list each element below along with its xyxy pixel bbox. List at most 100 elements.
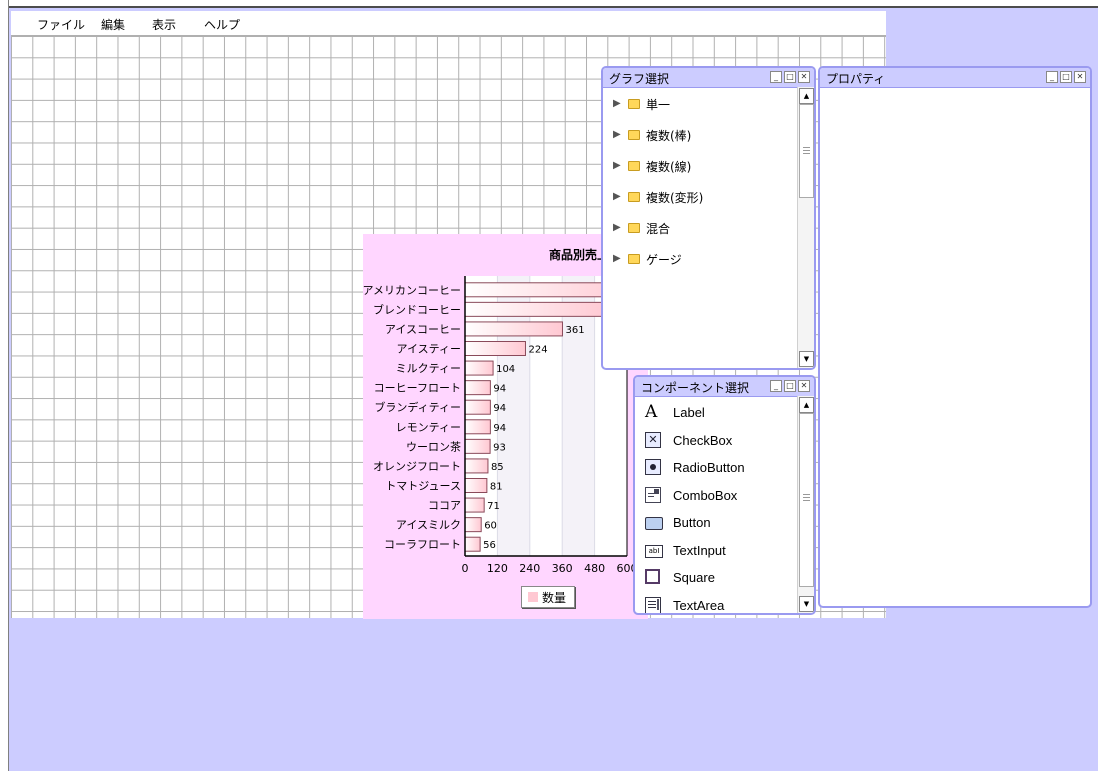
restore-icon[interactable]: □ bbox=[1060, 71, 1072, 83]
minimize-icon[interactable]: _ bbox=[770, 380, 782, 392]
textinput-icon: abI bbox=[645, 542, 663, 558]
folder-icon bbox=[628, 99, 640, 109]
bar bbox=[464, 419, 491, 435]
x-tick-label: 480 bbox=[584, 562, 605, 575]
square-icon bbox=[645, 569, 661, 585]
close-icon[interactable]: ✕ bbox=[798, 71, 810, 83]
folder-icon bbox=[628, 223, 640, 233]
expand-arrow-icon[interactable]: ▶ bbox=[613, 191, 621, 202]
x-tick-label: 0 bbox=[462, 562, 469, 575]
minimize-icon[interactable]: _ bbox=[1046, 71, 1058, 83]
data-label: 85 bbox=[491, 462, 504, 473]
bar bbox=[464, 321, 563, 337]
bar bbox=[464, 536, 481, 552]
y-tick-label: ココア bbox=[428, 499, 461, 512]
chart-legend: 数量 bbox=[521, 586, 575, 608]
y-tick-label: アイスコーヒー bbox=[385, 323, 461, 336]
bar bbox=[464, 438, 491, 454]
radiobutton-icon bbox=[645, 459, 661, 475]
label-icon: A bbox=[645, 402, 658, 422]
scroll-up-icon[interactable]: ▲ bbox=[799, 88, 814, 104]
panel-title: グラフ選択 bbox=[609, 72, 670, 86]
panel-header[interactable]: プロパティ _ □ ✕ bbox=[820, 68, 1090, 88]
data-label: 81 bbox=[490, 482, 503, 493]
graph-tree-label: 複数(棒) bbox=[646, 129, 692, 143]
component-label: Square bbox=[673, 570, 715, 585]
y-tick-label: オレンジフロート bbox=[373, 460, 461, 473]
restore-icon[interactable]: □ bbox=[784, 380, 796, 392]
bar bbox=[464, 380, 491, 396]
bar bbox=[464, 517, 482, 533]
close-icon[interactable]: ✕ bbox=[1074, 71, 1086, 83]
graph-selection-panel: グラフ選択 _ □ ✕ ▶ 単一 ▶ 複数(棒) ▶ 複数(線) ▶ 複数(変形) ▶ 混合 ▶ ゲー… bbox=[601, 66, 816, 370]
menu-help[interactable]: ヘルプ bbox=[204, 16, 240, 33]
close-icon[interactable]: ✕ bbox=[798, 380, 810, 392]
expand-arrow-icon[interactable]: ▶ bbox=[613, 98, 621, 109]
component-label: ComboBox bbox=[673, 487, 738, 503]
graph-scrollbar[interactable]: ▲ ▼ bbox=[797, 87, 814, 368]
folder-icon bbox=[628, 254, 640, 264]
expand-arrow-icon[interactable]: ▶ bbox=[613, 222, 621, 233]
component-scrollbar[interactable]: ▲ ▼ bbox=[797, 396, 814, 613]
y-tick-label: ブレンドコーヒー bbox=[373, 302, 461, 316]
folder-icon bbox=[628, 161, 640, 171]
y-tick-label: ミルクティー bbox=[396, 362, 461, 375]
scroll-up-icon[interactable]: ▲ bbox=[799, 397, 814, 413]
data-label: 104 bbox=[496, 364, 515, 375]
scroll-thumb[interactable] bbox=[799, 413, 814, 587]
menubar: ファイル 編集 表示 ヘルプ bbox=[11, 11, 886, 36]
graph-tree-label: 単一 bbox=[646, 98, 671, 112]
graph-tree-label: ゲージ bbox=[646, 253, 682, 267]
y-tick-label: アイスミルク bbox=[396, 519, 461, 532]
component-selection-panel: コンポーネント選択 _ □ ✕ A Label ✕ CheckBox RadioButt… bbox=[633, 375, 816, 615]
expand-arrow-icon[interactable]: ▶ bbox=[613, 253, 621, 264]
graph-tree-label: 複数(線) bbox=[646, 160, 692, 174]
property-panel: プロパティ _ □ ✕ bbox=[818, 66, 1092, 608]
bar bbox=[464, 399, 491, 415]
graph-tree-label: 混合 bbox=[646, 222, 671, 236]
y-tick-label: コーヒーフロート bbox=[374, 382, 461, 395]
folder-icon bbox=[628, 130, 640, 140]
data-label: 56 bbox=[483, 540, 496, 551]
expand-arrow-icon[interactable]: ▶ bbox=[613, 129, 621, 140]
y-tick-label: レモンティー bbox=[396, 421, 461, 434]
restore-icon[interactable]: □ bbox=[784, 71, 796, 83]
scroll-down-icon[interactable]: ▼ bbox=[799, 351, 814, 367]
x-tick-label: 120 bbox=[487, 562, 508, 575]
folder-icon bbox=[628, 192, 640, 202]
minimize-icon[interactable]: _ bbox=[770, 71, 782, 83]
bar bbox=[464, 478, 488, 493]
plot-band bbox=[497, 276, 530, 556]
panel-title: プロパティ bbox=[826, 72, 886, 86]
bar bbox=[464, 341, 526, 356]
menu-view[interactable]: 表示 bbox=[152, 16, 176, 33]
component-label: TextArea bbox=[673, 597, 725, 613]
data-label: 224 bbox=[528, 345, 547, 356]
bar bbox=[464, 301, 610, 317]
legend-swatch bbox=[528, 592, 538, 602]
y-tick-label: ブランディティー bbox=[374, 400, 461, 414]
combobox-icon bbox=[645, 486, 661, 503]
data-label: 93 bbox=[493, 442, 506, 453]
bar bbox=[464, 458, 489, 474]
menu-edit[interactable]: 編集 bbox=[101, 16, 125, 33]
panel-header[interactable]: コンポーネント選択 _ □ ✕ bbox=[635, 377, 814, 397]
component-label: Label bbox=[673, 405, 705, 420]
y-tick-label: コーラフロート bbox=[384, 538, 461, 551]
y-tick-label: トマトジュース bbox=[385, 480, 461, 493]
graph-tree-label: 複数(変形) bbox=[646, 191, 704, 205]
component-label: RadioButton bbox=[673, 460, 745, 475]
bar bbox=[464, 360, 494, 376]
plot-band bbox=[562, 276, 595, 556]
panel-header[interactable]: グラフ選択 _ □ ✕ bbox=[603, 68, 814, 88]
component-label: TextInput bbox=[673, 542, 726, 558]
scroll-thumb[interactable] bbox=[799, 104, 814, 198]
data-label: 60 bbox=[484, 521, 497, 532]
button-icon bbox=[645, 514, 663, 530]
component-label: CheckBox bbox=[673, 432, 733, 448]
expand-arrow-icon[interactable]: ▶ bbox=[613, 160, 621, 171]
scroll-down-icon[interactable]: ▼ bbox=[799, 596, 814, 612]
textarea-icon bbox=[645, 596, 661, 613]
data-label: 94 bbox=[493, 384, 506, 395]
menu-file[interactable]: ファイル bbox=[37, 16, 85, 33]
